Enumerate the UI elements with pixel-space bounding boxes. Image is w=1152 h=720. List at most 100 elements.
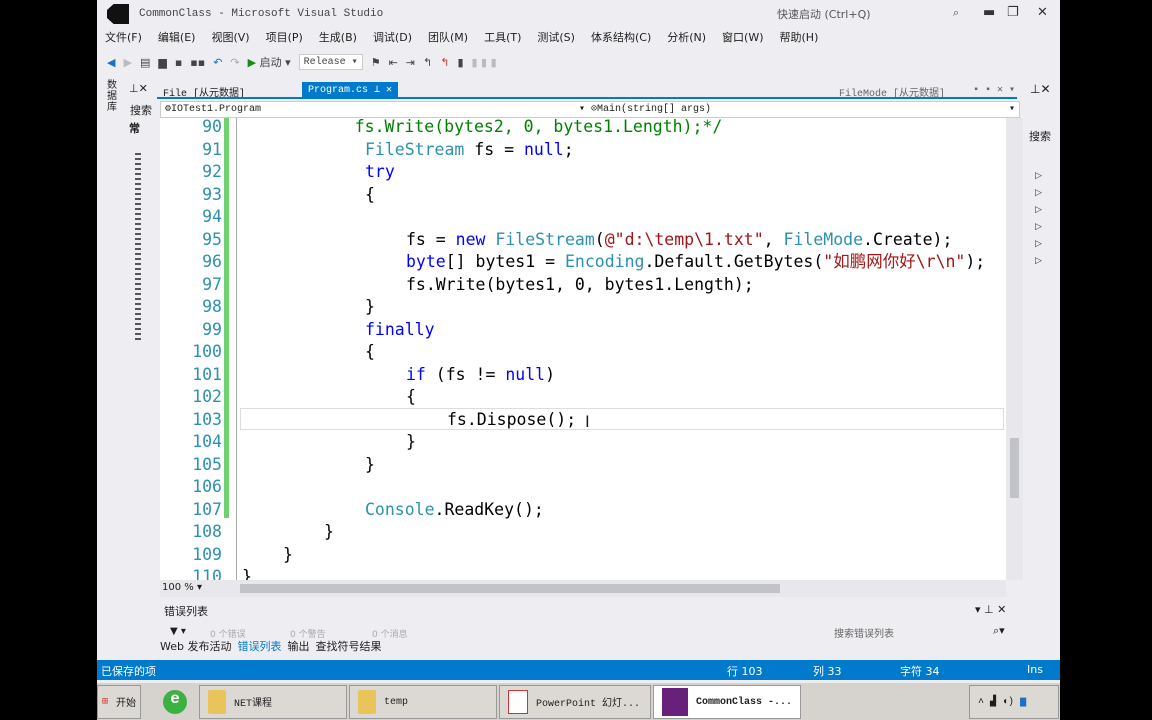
chevron-down-icon[interactable]: ▾ xyxy=(1009,103,1015,115)
menu-item[interactable]: 体系结构(C) xyxy=(591,29,651,45)
zoom-dropdown[interactable]: 100 % ▾ xyxy=(162,582,202,593)
error-list-panel: 错误列表 ▾ ⊥ ✕ ▼ ▾ 0 个错误 0 个警告 0 个消息 搜索错误列表 … xyxy=(160,600,1020,658)
windows-icon: ⊞ xyxy=(102,697,109,708)
open-icon[interactable]: ▆ xyxy=(158,56,166,69)
code-line[interactable]: 106 xyxy=(160,476,1006,499)
code-line[interactable]: 110} xyxy=(160,566,1006,580)
network-icon[interactable]: ▟ xyxy=(990,696,996,708)
code-line[interactable]: 94 xyxy=(160,206,1006,229)
code-line[interactable]: 109} xyxy=(160,544,1006,567)
search-icon[interactable]: ⌕▾ xyxy=(993,624,1005,638)
comment-icon[interactable]: ↰ xyxy=(423,56,432,69)
menu-item[interactable]: 帮助(H) xyxy=(780,29,819,45)
code-line[interactable]: 92 try xyxy=(160,161,1006,184)
code-line[interactable]: 90 fs.Write(bytes2, 0, bytes1.Length);*/ xyxy=(160,118,1006,139)
toolbox-search[interactable]: 搜索 xyxy=(130,102,152,118)
code-line[interactable]: 99 finally xyxy=(160,319,1006,342)
filter-icon[interactable]: ▼ ▾ xyxy=(170,626,186,637)
code-line[interactable]: 100 { xyxy=(160,341,1006,364)
save-icon[interactable]: ▪ xyxy=(175,56,182,69)
code-line[interactable]: 93 { xyxy=(160,184,1006,207)
error-search-input[interactable]: 搜索错误列表 xyxy=(834,625,894,640)
menu-item[interactable]: 测试(S) xyxy=(537,29,575,45)
code-line[interactable]: 103 fs.Dispose(); xyxy=(160,409,1006,432)
outdent-icon[interactable]: ⇥ xyxy=(406,56,415,69)
code-text: { xyxy=(365,184,375,206)
horizontal-scrollbar[interactable]: 100 % ▾ xyxy=(160,580,1006,597)
bottom-tab[interactable]: Web 发布活动 xyxy=(160,638,231,654)
pin-icon[interactable]: ⊥✕ xyxy=(1030,82,1051,96)
toolbox-vertical-text xyxy=(135,153,141,343)
toolbox-tab-common[interactable]: 常 xyxy=(129,120,140,136)
restore-button[interactable]: ❐ xyxy=(1007,5,1019,20)
redo-icon[interactable]: ↷ xyxy=(230,56,239,69)
code-line[interactable]: 91 FileStream fs = null; xyxy=(160,139,1006,162)
taskbar-item-powerpoint[interactable]: PowerPoint 幻灯... xyxy=(499,685,651,719)
save-all-icon[interactable]: ▪▪ xyxy=(190,56,205,69)
line-number: 96 xyxy=(202,252,222,271)
expand-arrows[interactable]: ▷ ▷ ▷ ▷ ▷ ▷ xyxy=(1035,168,1042,270)
undo-icon[interactable]: ↶ xyxy=(213,56,222,69)
menu-item[interactable]: 工具(T) xyxy=(484,29,521,45)
start-button[interactable]: ▶ 启动 ▾ xyxy=(248,54,291,70)
code-line[interactable]: 98} xyxy=(160,296,1006,319)
menu-item[interactable]: 项目(P) xyxy=(266,29,303,45)
chevron-down-icon[interactable]: ▾ xyxy=(579,103,585,115)
line-number: 95 xyxy=(202,229,222,249)
volume-icon[interactable]: ◖) xyxy=(1002,697,1014,708)
back-icon[interactable]: ◀ xyxy=(107,56,115,69)
code-line[interactable]: 108} xyxy=(160,521,1006,544)
tray-arrow-icon[interactable]: ˄ xyxy=(978,697,984,708)
start-button[interactable]: ⊞ 开始 xyxy=(97,685,141,719)
menu-item[interactable]: 团队(M) xyxy=(428,29,468,45)
forward-icon[interactable]: ▶ xyxy=(123,56,131,69)
bottom-tab[interactable]: 输出 xyxy=(287,638,309,654)
uncomment-icon[interactable]: ↰ xyxy=(440,56,449,69)
menu-item[interactable]: 调试(D) xyxy=(373,29,412,45)
code-line[interactable]: 105} xyxy=(160,454,1006,477)
menu-item[interactable]: 文件(F) xyxy=(105,29,142,45)
code-line[interactable]: 101 if (fs != null) xyxy=(160,364,1006,387)
right-panel-search[interactable]: 搜索 xyxy=(1029,128,1051,144)
menu-item[interactable]: 分析(N) xyxy=(667,29,706,45)
taskbar-item-vs[interactable]: CommonClass -... xyxy=(653,685,801,719)
taskbar-item-temp[interactable]: temp xyxy=(349,685,497,719)
code-editor[interactable]: I 90 fs.Write(bytes2, 0, bytes1.Length);*… xyxy=(160,118,1006,580)
server-explorer-tab[interactable]: 数据库 xyxy=(107,80,119,113)
bookmark-prev-icon[interactable]: ▮ ▮ ▮ xyxy=(472,56,497,69)
code-line[interactable]: 95 fs = new FileStream(@"d:\temp\1.txt", … xyxy=(160,229,1006,252)
code-line[interactable]: 96 byte[] bytes1 = Encoding.Default.GetBy… xyxy=(160,251,1006,274)
scrollbar-thumb[interactable] xyxy=(1010,438,1019,498)
config-dropdown[interactable]: Release ▾ xyxy=(298,54,363,70)
quick-launch-input[interactable]: 快速启动 (Ctrl+Q) ⌕ xyxy=(773,6,963,24)
minimize-button[interactable]: ▬ xyxy=(983,5,995,20)
folder-icon xyxy=(358,690,376,714)
vertical-scrollbar[interactable] xyxy=(1006,118,1023,580)
line-number: 104 xyxy=(192,432,222,451)
monitor-icon[interactable]: ▆ xyxy=(1020,696,1026,708)
ie-icon[interactable]: e xyxy=(155,685,195,719)
new-project-icon[interactable]: ▤ xyxy=(140,56,150,69)
bottom-tab[interactable]: 错误列表 xyxy=(237,638,281,654)
panel-controls[interactable]: ▾ ⊥ ✕ xyxy=(975,603,1006,616)
close-button[interactable]: ✕ xyxy=(1037,5,1048,20)
hscroll-thumb[interactable] xyxy=(240,584,780,593)
code-line[interactable]: 104} xyxy=(160,431,1006,454)
pin-icon[interactable]: ⊥✕ xyxy=(129,82,148,95)
menu-item[interactable]: 窗口(W) xyxy=(722,29,763,45)
code-line[interactable]: 107 Console.ReadKey(); xyxy=(160,499,1006,522)
taskbar-item-net[interactable]: NET课程 xyxy=(199,685,347,719)
bottom-tab[interactable]: 查找符号结果 xyxy=(315,638,381,654)
code-line[interactable]: 102 { xyxy=(160,386,1006,409)
indent-icon[interactable]: ⇤ xyxy=(389,56,398,69)
code-token: .Default.GetBytes( xyxy=(644,252,824,271)
code-line[interactable]: 97 fs.Write(bytes1, 0, bytes1.Length); xyxy=(160,274,1006,297)
bookmark-icon[interactable]: ▮ xyxy=(457,56,463,69)
menu-item[interactable]: 生成(B) xyxy=(319,29,357,45)
menu-item[interactable]: 视图(V) xyxy=(211,29,249,45)
member-dropdown[interactable]: ⊙Main(string[] args) xyxy=(591,103,711,115)
find-icon[interactable]: ⚑ xyxy=(371,56,381,69)
menu-item[interactable]: 编辑(E) xyxy=(158,29,196,45)
class-dropdown[interactable]: ⚙IOTest1.Program xyxy=(165,103,261,115)
close-tab-icon[interactable]: ✕ xyxy=(386,85,392,96)
